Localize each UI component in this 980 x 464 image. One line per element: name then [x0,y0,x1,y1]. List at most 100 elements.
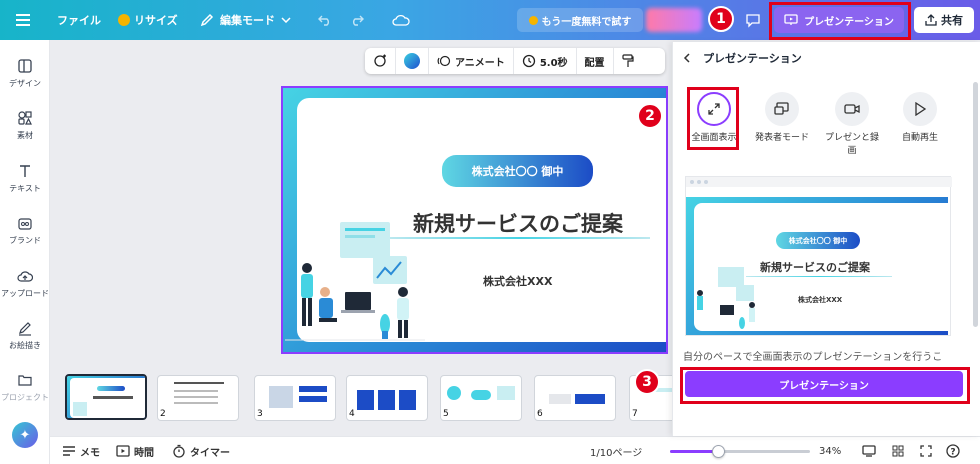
zoom-value[interactable]: 34% [819,437,841,464]
chevron-down-icon [281,17,291,23]
panel-scrollbar[interactable] [973,82,978,327]
highlight-box-2 [687,87,739,150]
slide-divider [388,237,650,239]
edit-mode-label: 編集モード [220,14,275,27]
thumbnail-number: 2 [160,409,166,419]
business-illustration [285,222,425,341]
option-autoplay[interactable]: 自動再生 [891,92,949,145]
preview-title: 新規サービスのご提案 [760,261,870,274]
thumbnail-number: 4 [349,409,355,419]
play-box-icon [116,445,130,457]
comment-add-icon[interactable] [365,48,396,74]
desktop-view-icon[interactable] [862,437,876,464]
hamburger-icon[interactable] [16,0,30,40]
animate-icon [437,55,451,67]
fullscreen-expand-icon[interactable] [920,437,932,464]
redo-icon[interactable] [350,0,364,40]
try-free-button[interactable]: もう一度無料で試す [517,8,643,32]
thumbnail-page-1[interactable] [65,374,147,420]
share-button[interactable]: 共有 [914,7,974,33]
crown-icon [528,15,538,25]
panel-description: 自分のペースで全画面表示のプレゼンテーションを行うこ [683,352,943,363]
preview-divider [746,276,892,277]
paint-roller-icon[interactable] [614,48,642,74]
share-label: 共有 [941,14,963,27]
sidebar-item-label: テキスト [9,184,41,193]
option-presenter-mode[interactable]: 発表者モード [753,92,811,145]
zoom-slider[interactable] [670,445,810,458]
clock-icon [522,54,535,68]
duration-label: 5.0秒 [539,57,568,69]
thumbnail-page-2[interactable]: 2 [157,375,239,421]
annotation-badge-3: 3 [634,369,660,395]
pencil-icon [200,13,214,27]
comment-icon[interactable] [745,0,761,40]
record-icon [835,92,869,126]
avatar-blurred[interactable] [646,8,702,32]
preview-window-bar [686,177,952,187]
slide-canvas[interactable]: 株式会社〇〇 御中 新規サービスのご提案 株式会社XXX [281,86,668,354]
thumbnail-number: 5 [443,409,449,419]
panel-title: プレゼンテーション [703,52,802,65]
time-button[interactable]: 時間 [116,437,154,464]
sidebar-item-label: プロジェクト [1,393,49,402]
sidebar-item-upload[interactable]: アップロード [0,268,50,299]
magic-sparkle-icon[interactable]: ✦ [12,422,38,448]
svg-text:?: ? [950,448,955,458]
presenter-icon [765,92,799,126]
slide-title[interactable]: 新規サービスのご提案 [413,208,623,238]
option-label: 発表者モード [754,133,809,143]
resize-label: リサイズ [134,14,178,27]
page-indicator[interactable]: 1/10ページ [590,437,642,464]
thumbnail-page-5[interactable]: 5 [440,375,522,421]
thumbnail-page-3[interactable]: 3 [254,375,336,421]
color-picker[interactable] [396,48,429,74]
edit-mode-dropdown[interactable]: 編集モード [200,0,291,40]
element-toolbar: アニメート 5.0秒 配置 [365,48,665,74]
option-label: プレゼンと録画 [824,133,879,156]
position-button[interactable]: 配置 [577,48,614,74]
sidebar-item-draw[interactable]: お絵描き [0,320,50,351]
sidebar-item-design[interactable]: デザイン [0,58,50,89]
animate-button[interactable]: アニメート [429,48,514,74]
sidebar-item-brand[interactable]: ブランド [0,215,50,246]
annotation-badge-2: 2 [637,103,663,129]
help-icon[interactable]: ? [946,437,960,464]
option-present-record[interactable]: プレゼンと録画 [823,92,881,158]
stopwatch-icon [173,444,185,458]
folder-icon [18,375,32,386]
thumbnail-page-6[interactable]: 6 [534,375,616,421]
back-chevron-icon[interactable] [683,53,691,63]
thumbnail-number: 6 [537,409,543,419]
color-swatch [404,53,420,69]
timer-label: タイマー [190,447,230,459]
share-icon [925,14,937,26]
cloud-sync-icon[interactable] [392,0,410,40]
slide-company[interactable]: 株式会社XXX [483,273,552,289]
resize-button[interactable]: リサイズ [118,0,178,40]
layout-icon [18,59,32,73]
sidebar-item-elements[interactable]: 素材 [0,110,50,141]
play-icon [903,92,937,126]
position-label: 配置 [584,57,605,69]
notes-button[interactable]: メモ [62,437,100,464]
slide: 株式会社〇〇 御中 新規サービスのご提案 株式会社XXX [283,88,666,352]
sidebar-item-text[interactable]: テキスト [0,163,50,194]
grid-view-icon[interactable] [892,437,904,464]
duration-button[interactable]: 5.0秒 [514,48,577,74]
text-icon [20,165,30,177]
thumbnail-page-4[interactable]: 4 [346,375,428,421]
file-menu[interactable]: ファイル [57,0,101,40]
zoom-slider-knob[interactable] [711,445,725,458]
try-free-label: もう一度無料で試す [541,16,632,28]
presentation-preview: 株式会社〇〇 御中 新規サービスのご提案 株式会社XXX [685,176,952,336]
sidebar-item-projects[interactable]: プロジェクト [0,372,50,403]
timer-button[interactable]: タイマー [172,437,230,464]
highlight-box-3 [680,367,970,404]
panel-header: プレゼンテーション [683,50,802,66]
animate-label: アニメート [455,57,505,69]
undo-icon[interactable] [318,0,332,40]
slide-client-pill[interactable]: 株式会社〇〇 御中 [442,155,593,187]
notes-icon [63,446,75,456]
left-sidebar: デザイン 素材 テキスト ブランド アップロード お絵描き プロジェクト ✦ [0,40,50,464]
